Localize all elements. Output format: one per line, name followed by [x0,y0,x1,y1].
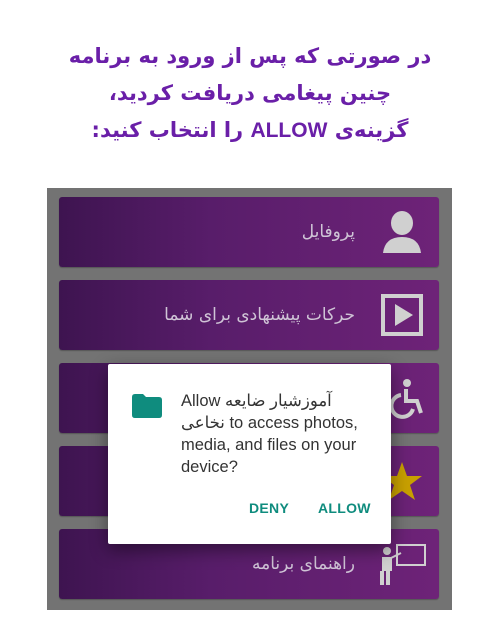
menu-item-label: پروفایل [301,222,355,242]
user-icon [383,211,421,253]
instruction-text: در صورتی که پس از ورود به برنامه چنین پی… [0,38,500,149]
folder-icon [132,394,162,418]
menu-item-suggested-exercises[interactable]: حرکات پیشنهادی برای شما [59,280,439,350]
instruction-line-2: چنین پیغامی دریافت کردید، [108,81,392,105]
instruction-line-3-end: را انتخاب کنید: [91,118,244,142]
menu-item-label: حرکات پیشنهادی برای شما [164,305,355,325]
instruction-line-3-start: گزینه‌ی [334,118,409,142]
play-icon [381,294,423,336]
phone-screen: پروفایل حرکات پیشنهادی برای شما راهنمای … [47,188,452,610]
instruction-line-1: در صورتی که پس از ورود به برنامه [68,44,432,68]
teacher-board-icon [380,544,426,585]
deny-button[interactable]: DENY [249,500,289,516]
permission-message: Allow آموزشیار ضایعه نخاعی to access pho… [181,390,373,478]
allow-button[interactable]: ALLOW [318,500,371,516]
message-prefix: Allow [181,392,221,410]
instruction-line-3: گزینه‌ی ALLOW را انتخاب کنید: [0,112,500,149]
menu-item-profile[interactable]: پروفایل [59,197,439,267]
permission-dialog: Allow آموزشیار ضایعه نخاعی to access pho… [108,364,391,544]
instruction-allow-keyword: ALLOW [250,119,328,142]
